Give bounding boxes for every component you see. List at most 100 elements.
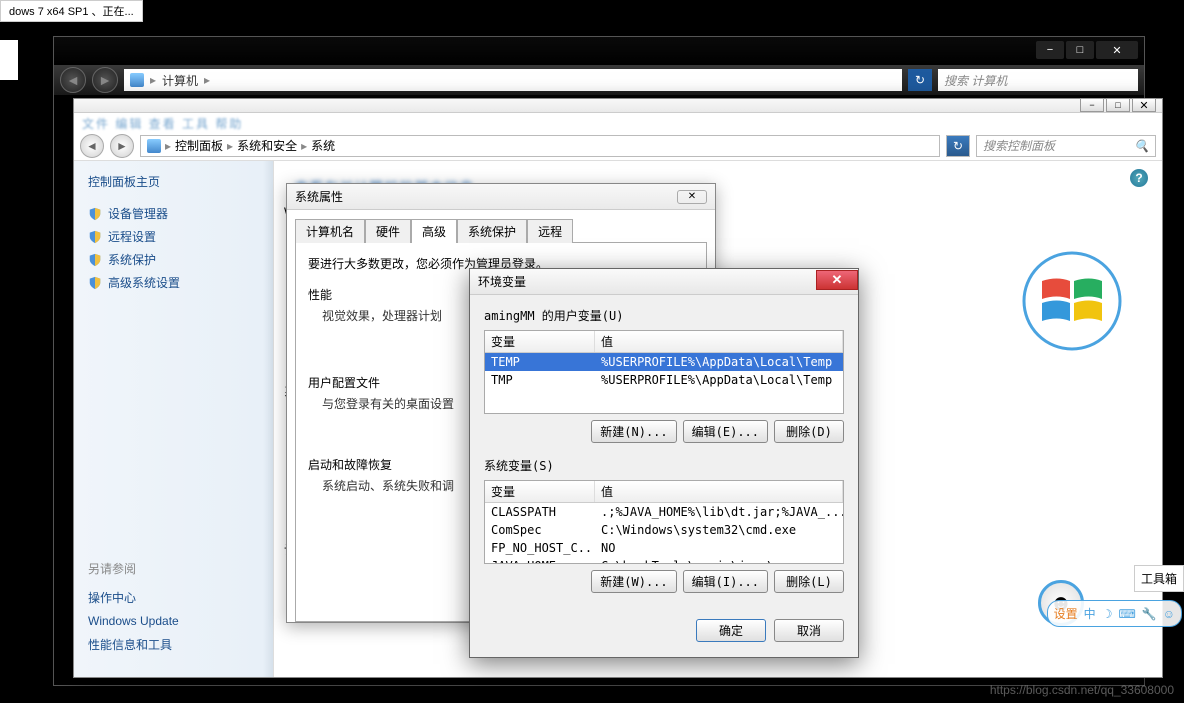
ime-tray[interactable]: 设置 中 ☽ ⌨ 🔧 ☺ [1047, 600, 1182, 627]
minimize-button[interactable]: − [1036, 41, 1064, 59]
close-button[interactable]: ✕ [816, 270, 858, 290]
sidebar-item-label: 设备管理器 [108, 205, 168, 222]
back-button[interactable]: ◄ [60, 67, 86, 93]
col-val[interactable]: 值 [595, 481, 843, 502]
var-value: C:\Windows\system32\cmd.exe [595, 522, 843, 538]
close-button[interactable]: ✕ [1096, 41, 1138, 59]
table-row[interactable]: JAVA_HOMEC:\hackTools\envir\java\ [485, 557, 843, 564]
edit-user-var-button[interactable]: 编辑(E)... [683, 420, 768, 443]
tab-hardware[interactable]: 硬件 [365, 219, 411, 243]
chevron-right-icon: ▸ [227, 139, 233, 153]
taskbar-tab[interactable]: dows 7 x64 SP1 、正在... [0, 0, 143, 22]
dialog-title: 环境变量 [478, 273, 526, 290]
sidebar-item-device-manager[interactable]: 设备管理器 [88, 202, 259, 225]
var-name: TEMP [485, 354, 595, 370]
breadcrumb-item[interactable]: 系统和安全 [237, 137, 297, 154]
table-row[interactable]: TEMP%USERPROFILE%\AppData\Local\Temp [485, 353, 843, 371]
breadcrumb-item[interactable]: 系统 [311, 137, 335, 154]
windows-logo-icon [1022, 251, 1122, 351]
chevron-right-icon: ▸ [301, 139, 307, 153]
sidebar-item-label: 系统保护 [108, 251, 156, 268]
table-row[interactable]: CLASSPATH.;%JAVA_HOME%\lib\dt.jar;%JAVA_… [485, 503, 843, 521]
keyboard-icon[interactable]: ⌨ [1118, 607, 1135, 621]
edit-sys-var-button[interactable]: 编辑(I)... [683, 570, 768, 593]
minimize-button[interactable]: − [1080, 98, 1104, 112]
cp-search-input[interactable]: 搜索控制面板 🔍 [976, 135, 1156, 157]
shield-icon [88, 276, 102, 290]
col-val[interactable]: 值 [595, 331, 843, 352]
sys-vars-table[interactable]: 变量 值 CLASSPATH.;%JAVA_HOME%\lib\dt.jar;%… [484, 480, 844, 564]
env-var-dialog: 环境变量 ✕ amingMM 的用户变量(U) 变量 值 TEMP%USERPR… [469, 268, 859, 658]
user-vars-table[interactable]: 变量 值 TEMP%USERPROFILE%\AppData\Local\Tem… [484, 330, 844, 414]
seealso-action-center[interactable]: 操作中心 [88, 585, 179, 610]
settings-label[interactable]: 设置 [1054, 605, 1078, 622]
tab-computer-name[interactable]: 计算机名 [295, 219, 365, 243]
var-value: C:\hackTools\envir\java\ [595, 558, 843, 564]
dialog-title: 系统属性 [295, 188, 343, 205]
envvar-titlebar[interactable]: 环境变量 ✕ [470, 269, 858, 295]
sidebar-item-protection[interactable]: 系统保护 [88, 248, 259, 271]
maximize-button[interactable]: □ [1106, 98, 1130, 112]
cp-titlebar[interactable]: − □ ✕ [74, 99, 1162, 113]
maximize-button[interactable]: □ [1066, 41, 1094, 59]
var-name: TMP [485, 372, 595, 388]
back-button[interactable]: ◄ [80, 134, 104, 158]
tab-remote[interactable]: 远程 [527, 219, 573, 243]
refresh-button[interactable]: ↻ [908, 69, 932, 91]
shield-icon [88, 230, 102, 244]
wrench-icon[interactable]: 🔧 [1142, 607, 1157, 621]
cp-sidebar-home[interactable]: 控制面板主页 [88, 173, 259, 190]
cp-nav: ◄ ► ▸ 控制面板 ▸ 系统和安全 ▸ 系统 ↻ 搜索控制面板 🔍 [74, 131, 1162, 161]
var-value: NO [595, 540, 843, 556]
toolbox-tab[interactable]: 工具箱 [1134, 565, 1184, 592]
user-vars-label: amingMM 的用户变量(U) [484, 307, 844, 324]
sysprops-titlebar[interactable]: 系统属性 ✕ [287, 184, 715, 210]
sidebar-item-label: 高级系统设置 [108, 274, 180, 291]
table-row[interactable]: TMP%USERPROFILE%\AppData\Local\Temp [485, 371, 843, 389]
delete-user-var-button[interactable]: 删除(D) [774, 420, 844, 443]
explorer-titlebar[interactable]: − □ ✕ [54, 37, 1144, 65]
cp-address-bar[interactable]: ▸ 控制面板 ▸ 系统和安全 ▸ 系统 [140, 135, 940, 157]
delete-sys-var-button[interactable]: 删除(L) [774, 570, 844, 593]
var-value: %USERPROFILE%\AppData\Local\Temp [595, 354, 843, 370]
var-value: %USERPROFILE%\AppData\Local\Temp [595, 372, 843, 388]
search-icon: 🔍 [1134, 139, 1149, 153]
close-button[interactable]: ✕ [677, 190, 707, 204]
var-name: FP_NO_HOST_C... [485, 540, 595, 556]
seealso-windows-update[interactable]: Windows Update [88, 610, 179, 632]
chevron-right-icon: ▸ [150, 73, 156, 87]
cp-sidebar: 控制面板主页 设备管理器 远程设置 系统保护 高级系统设置 另请参阅 操作中心 … [74, 161, 274, 677]
new-user-var-button[interactable]: 新建(N)... [591, 420, 676, 443]
tab-advanced[interactable]: 高级 [411, 219, 457, 243]
tab-protection[interactable]: 系统保护 [457, 219, 527, 243]
cancel-button[interactable]: 取消 [774, 619, 844, 642]
forward-button[interactable]: ► [110, 134, 134, 158]
new-sys-var-button[interactable]: 新建(W)... [591, 570, 676, 593]
seealso-performance[interactable]: 性能信息和工具 [88, 632, 179, 657]
forward-button[interactable]: ► [92, 67, 118, 93]
ime-indicator[interactable]: 中 [1084, 605, 1096, 622]
breadcrumb-item[interactable]: 计算机 [162, 72, 198, 89]
var-value: .;%JAVA_HOME%\lib\dt.jar;%JAVA_... [595, 504, 843, 520]
var-name: ComSpec [485, 522, 595, 538]
desktop-icon-fragment [0, 40, 18, 80]
table-row[interactable]: ComSpecC:\Windows\system32\cmd.exe [485, 521, 843, 539]
ok-button[interactable]: 确定 [696, 619, 766, 642]
sidebar-item-advanced[interactable]: 高级系统设置 [88, 271, 259, 294]
seealso-header: 另请参阅 [88, 560, 179, 577]
refresh-button[interactable]: ↻ [946, 135, 970, 157]
computer-icon [147, 139, 161, 153]
col-var[interactable]: 变量 [485, 331, 595, 352]
col-var[interactable]: 变量 [485, 481, 595, 502]
explorer-nav: ◄ ► ▸ 计算机 ▸ ↻ 搜索 计算机 [54, 65, 1144, 95]
sidebar-item-remote[interactable]: 远程设置 [88, 225, 259, 248]
address-bar[interactable]: ▸ 计算机 ▸ [124, 69, 902, 91]
search-input[interactable]: 搜索 计算机 [938, 69, 1138, 91]
var-name: JAVA_HOME [485, 558, 595, 564]
moon-icon[interactable]: ☽ [1102, 607, 1113, 621]
close-button[interactable]: ✕ [1132, 98, 1156, 112]
breadcrumb-item[interactable]: 控制面板 [175, 137, 223, 154]
smile-icon[interactable]: ☺ [1163, 607, 1175, 621]
table-row[interactable]: FP_NO_HOST_C...NO [485, 539, 843, 557]
search-placeholder: 搜索控制面板 [983, 137, 1055, 154]
